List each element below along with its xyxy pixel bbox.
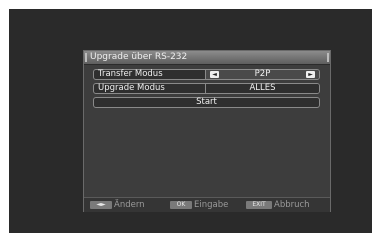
upgrade-mode-selector[interactable]: ALLES — [206, 84, 319, 93]
dialog-title: Upgrade über RS-232 — [90, 52, 188, 62]
start-label: Start — [196, 97, 217, 107]
dialog-titlebar: Upgrade über RS-232 — [84, 51, 330, 65]
hint-change-label: Ändern — [114, 200, 145, 210]
start-button[interactable]: Start — [93, 97, 320, 108]
ok-key-icon: OK — [170, 201, 192, 209]
footer-hints: ◄► Ändern OK Eingabe EXIT Abbruch — [84, 197, 330, 212]
transfer-mode-row[interactable]: Transfer Modus ◄ P2P ► — [93, 69, 320, 80]
titlebar-right-edge — [327, 53, 329, 62]
upgrade-mode-label: Upgrade Modus — [98, 83, 165, 93]
upgrade-mode-row[interactable]: Upgrade Modus ALLES — [93, 83, 320, 94]
transfer-mode-label: Transfer Modus — [98, 69, 163, 79]
transfer-mode-selector[interactable]: ◄ P2P ► — [206, 70, 319, 79]
arrow-right-icon[interactable]: ► — [306, 71, 315, 78]
left-right-key-icon: ◄► — [90, 201, 112, 209]
transfer-mode-value: P2P — [254, 69, 271, 79]
tv-screen: Upgrade über RS-232 Transfer Modus ◄ P2P… — [9, 9, 372, 233]
upgrade-dialog: Upgrade über RS-232 Transfer Modus ◄ P2P… — [83, 50, 331, 212]
hint-ok-label: Eingabe — [194, 200, 229, 210]
exit-key-icon: EXIT — [246, 201, 272, 209]
hint-exit-label: Abbruch — [274, 200, 310, 210]
titlebar-left-edge — [85, 53, 87, 62]
upgrade-mode-value: ALLES — [249, 83, 276, 93]
